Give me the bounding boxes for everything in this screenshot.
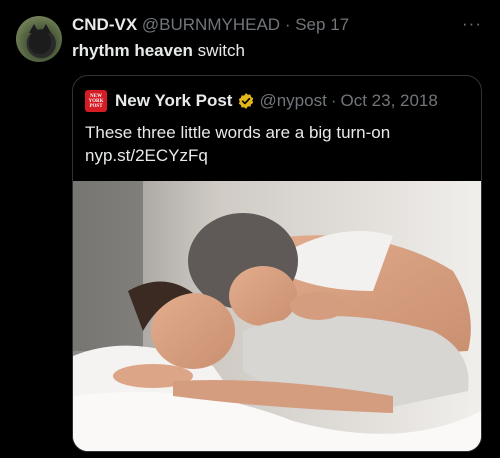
tweet-text-rest: switch xyxy=(192,41,245,60)
tweet-text-bold: rhythm heaven xyxy=(72,41,193,60)
tweet-header: CND-VX @BURNMYHEAD · Sep 17 xyxy=(72,14,349,36)
separator: · xyxy=(284,15,291,34)
logo-line: POST xyxy=(89,103,103,109)
tweet-date[interactable]: Sep 17 xyxy=(295,15,349,34)
avatar-cat xyxy=(29,30,51,54)
new-york-post-logo-icon[interactable]: NEW YORK POST xyxy=(85,90,107,112)
photo-illustration xyxy=(73,181,481,451)
quoted-tweet-header: NEW YORK POST New York Post @nypost · Oc… xyxy=(85,90,438,112)
author-handle[interactable]: @BURNMYHEAD xyxy=(142,15,280,34)
more-horizontal-icon[interactable]: ··· xyxy=(462,14,482,34)
quoted-tweet-card[interactable]: NEW YORK POST New York Post @nypost · Oc… xyxy=(72,75,482,452)
quoted-author-name[interactable]: New York Post xyxy=(115,90,232,112)
author-name[interactable]: CND-VX xyxy=(72,15,137,34)
avatar[interactable] xyxy=(16,16,62,62)
separator: · xyxy=(330,91,337,110)
quoted-photo[interactable] xyxy=(73,181,481,451)
tweet-text: rhythm heaven switch xyxy=(72,40,245,62)
verified-badge-icon xyxy=(237,92,255,110)
quoted-handle[interactable]: @nypost xyxy=(259,90,326,112)
quoted-date[interactable]: Oct 23, 2018 xyxy=(341,90,438,112)
quoted-headline: These three little words are a big turn-… xyxy=(85,123,391,142)
quoted-link[interactable]: nyp.st/2ECYzFq xyxy=(85,144,465,167)
quoted-text: These three little words are a big turn-… xyxy=(85,121,465,167)
